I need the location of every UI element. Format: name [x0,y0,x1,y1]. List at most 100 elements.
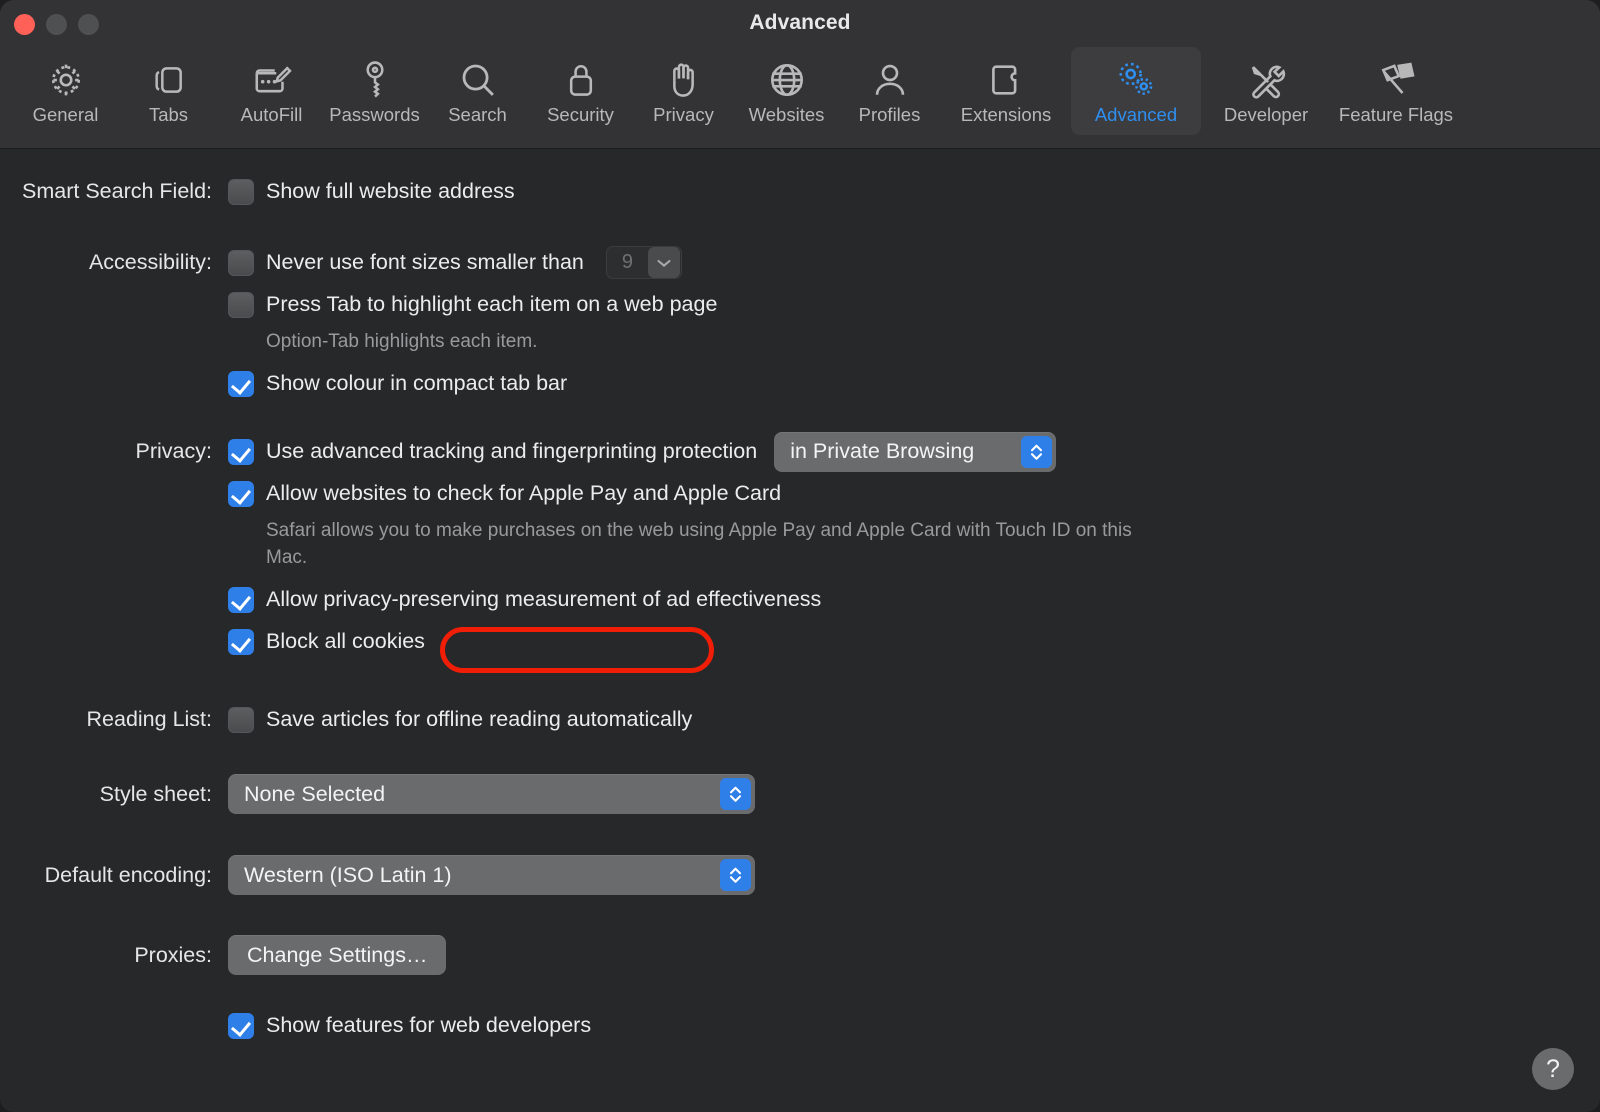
tab-label: Profiles [858,104,921,125]
checkbox-show-features-web-developers[interactable]: Show features for web developers [228,1011,591,1040]
row-style-sheet: Style sheet: None Selected [0,774,755,814]
tab-passwords[interactable]: Passwords [323,47,426,135]
checkbox-show-colour-compact-tab-bar[interactable]: Show colour in compact tab bar [228,369,717,398]
tab-websites[interactable]: Websites [735,47,838,135]
checkbox-label: Show full website address [266,179,515,203]
checkbox-apple-pay[interactable]: Allow websites to check for Apple Pay an… [228,479,1146,508]
checkbox-press-tab-highlight[interactable]: Press Tab to highlight each item on a we… [228,290,717,319]
checkbox-label: Save articles for offline reading automa… [266,707,693,731]
tab-advanced[interactable]: Advanced [1071,47,1201,135]
row-accessibility: Accessibility: Never use font sizes smal… [0,246,717,398]
tracking-scope-select[interactable]: in Private Browsing [774,431,1057,472]
style-sheet-select[interactable]: None Selected [228,774,755,814]
tab-search[interactable]: Search [426,47,529,135]
tools-icon [1244,57,1288,103]
chevron-updown-icon[interactable] [720,859,751,891]
checkbox-box[interactable] [228,178,254,205]
row-proxies: Proxies: Change Settings… [0,935,447,975]
apple-pay-hint: Safari allows you to make purchases on t… [266,520,1132,568]
checkbox-ad-measurement[interactable]: Allow privacy-preserving measurement of … [228,585,1146,614]
checkbox-label: Show colour in compact tab bar [266,371,568,395]
row-default-encoding: Default encoding: Western (ISO Latin 1) [0,855,755,895]
change-settings-button[interactable]: Change Settings… [228,935,447,975]
checkbox-show-full-website-address[interactable]: Show full website address [228,177,515,206]
row-reading-list: Reading List: Save articles for offline … [0,705,692,734]
checkbox-label: Allow websites to check for Apple Pay an… [266,481,782,505]
checkbox-label: Allow privacy-preserving measurement of … [266,587,822,611]
checkbox-label: Use advanced tracking and fingerprinting… [266,439,758,463]
tracking-scope-value: in Private Browsing [790,439,975,463]
chevron-down-icon[interactable] [647,247,680,278]
tab-tabs[interactable]: Tabs [117,47,220,135]
globe-icon [766,57,808,103]
checkbox-advanced-tracking-protection[interactable]: Use advanced tracking and fingerprinting… [228,431,1146,472]
checkbox-block-all-cookies[interactable]: Block all cookies [228,627,1146,656]
checkbox-box[interactable] [228,438,254,465]
tab-privacy[interactable]: Privacy [632,47,735,135]
double-gear-icon [1113,57,1159,103]
checkbox-label: Never use font sizes smaller than [266,250,584,274]
checkbox-label: Press Tab to highlight each item on a we… [266,292,718,316]
tab-security[interactable]: Security [529,47,632,135]
tab-label: Tabs [148,104,189,125]
tab-profiles[interactable]: Profiles [838,47,941,135]
checkbox-label: Show features for web developers [266,1013,592,1037]
gear-icon [45,57,87,103]
tab-autofill[interactable]: AutoFill [220,47,323,135]
checkbox-min-font-size[interactable]: Never use font sizes smaller than 9 [228,246,717,279]
tab-label: General [32,104,99,125]
row-label: Privacy: [135,439,212,463]
row-label: Style sheet: [99,782,212,806]
row-label: Accessibility: [88,250,212,274]
tabs-icon [149,57,189,103]
row-privacy: Privacy: Use advanced tracking and finge… [0,431,1146,656]
tab-label: Advanced [1094,104,1178,125]
settings-window: Advanced General Tabs AutoFill Passwords… [0,0,1600,1112]
tab-label: Extensions [960,104,1052,125]
checkbox-box[interactable] [228,586,254,613]
tab-label: Security [547,104,614,125]
tab-developer[interactable]: Developer [1201,47,1331,135]
checkbox-box[interactable] [228,249,254,276]
row-label: Proxies: [134,943,212,967]
window-titlebar: Advanced [0,0,1600,47]
checkbox-box[interactable] [228,706,254,733]
flags-icon [1372,57,1420,103]
tab-general[interactable]: General [14,47,117,135]
checkbox-box[interactable] [228,291,254,318]
checkbox-label: Block all cookies [266,629,425,653]
chevron-updown-icon[interactable] [1021,435,1053,468]
checkbox-box[interactable] [228,370,254,397]
person-icon [870,57,910,103]
tab-label: Websites [748,104,825,125]
tab-label: AutoFill [240,104,303,125]
font-size-select[interactable]: 9 [605,246,682,279]
checkbox-box[interactable] [228,480,254,507]
lock-icon [562,57,600,103]
checkbox-save-articles-offline[interactable]: Save articles for offline reading automa… [228,705,692,734]
row-developer-features: Show features for web developers [0,1011,591,1040]
settings-content: Smart Search Field: Show full website ad… [0,149,1600,1112]
checkbox-box[interactable] [228,628,254,655]
search-icon [457,57,499,103]
font-size-value: 9 [621,251,633,273]
row-smart-search-field: Smart Search Field: Show full website ad… [0,177,515,206]
checkbox-box[interactable] [228,1012,254,1039]
row-label: Reading List: [86,707,213,731]
hand-icon [664,57,704,103]
tab-label: Passwords [329,104,420,125]
tab-extensions[interactable]: Extensions [941,47,1071,135]
help-button[interactable]: ? [1532,1048,1574,1090]
row-label: Default encoding: [44,863,212,887]
press-tab-hint: Option-Tab highlights each item. [266,331,538,352]
tab-label: Developer [1223,104,1309,125]
style-sheet-value: None Selected [244,781,386,806]
tab-feature-flags[interactable]: Feature Flags [1331,47,1461,135]
tab-label: Privacy [653,104,714,125]
tab-label: Feature Flags [1338,104,1454,125]
window-title: Advanced [749,11,851,34]
key-icon [355,57,395,103]
chevron-updown-icon[interactable] [720,778,751,810]
default-encoding-select[interactable]: Western (ISO Latin 1) [228,855,755,895]
autofill-icon [250,57,294,103]
